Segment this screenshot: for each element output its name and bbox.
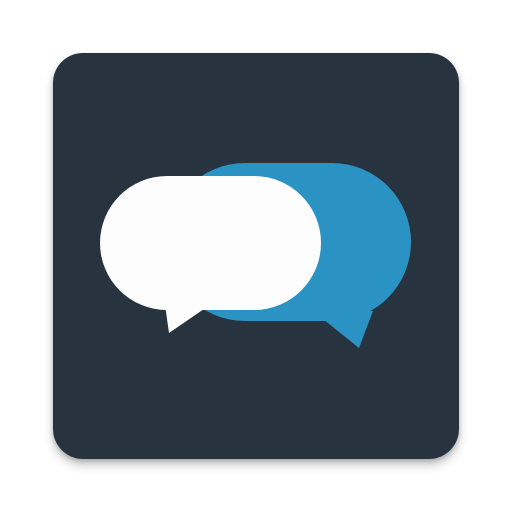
app-icon-canvas bbox=[0, 0, 512, 512]
chat-bubbles-icon bbox=[53, 53, 459, 459]
app-icon-tile[interactable] bbox=[53, 53, 459, 459]
